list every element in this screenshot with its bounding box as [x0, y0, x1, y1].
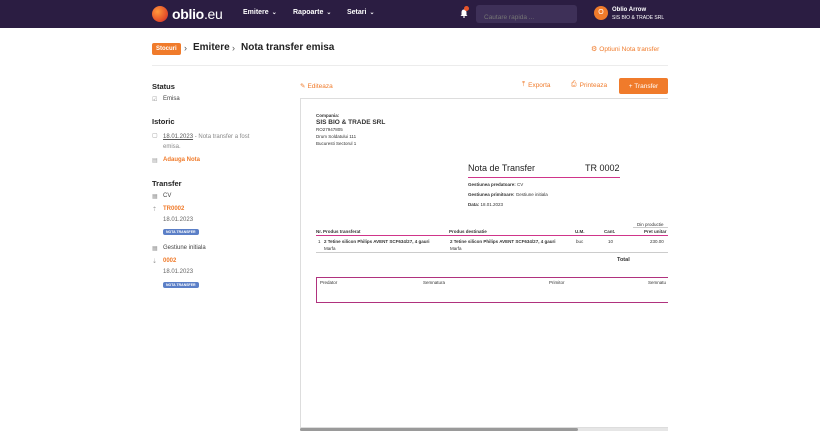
check-icon: ☑: [152, 97, 158, 103]
divider: [633, 227, 668, 228]
transfer-doc[interactable]: ⇣ 0002: [152, 258, 176, 265]
table-cell-um: buc: [576, 239, 584, 244]
istoric-heading: Istoric: [152, 117, 175, 126]
user-company: SIS BIO & TRADE SRL: [612, 15, 665, 21]
istoric-entry: ▢ 18.01.2023 - Nota transfer a fost emisa…: [152, 133, 250, 150]
table-header-um: U.M.: [575, 229, 585, 234]
warehouse-icon: ▦: [152, 194, 158, 200]
scrollbar-thumb[interactable]: [300, 428, 578, 431]
breadcrumb-emitere[interactable]: Emitere: [193, 42, 230, 53]
table-header-cant: Cant.: [604, 229, 616, 234]
warehouse-icon: ▦: [152, 246, 158, 252]
user-name[interactable]: Oblio Arrow: [612, 7, 646, 13]
istoric-date-link[interactable]: 18.01.2023: [163, 134, 193, 140]
total-label: Total: [617, 257, 630, 263]
search-input[interactable]: [476, 5, 577, 23]
pencil-icon: ✎: [300, 83, 306, 90]
edit-button[interactable]: ✎ Editeaza: [300, 82, 333, 91]
transfer-doc[interactable]: ⇡ TR0002: [152, 206, 184, 213]
document-preview[interactable]: Compania: SIS BIO & TRADE SRL RO27947805…: [300, 98, 668, 428]
nav-setari[interactable]: Setari ⌄: [347, 9, 375, 16]
page-title: Nota transfer emisa: [241, 42, 335, 53]
download-icon: ⇣: [152, 259, 158, 265]
status-badge: NOTA TRANSFER: [163, 229, 199, 235]
chevron-right-icon: ›: [184, 43, 187, 53]
table-cell-cant: 10: [608, 239, 614, 244]
nav-emitere[interactable]: Emitere ⌄: [243, 9, 277, 16]
printer-icon: ⎙: [571, 81, 577, 88]
address-line: Bucuresti Sectorul 1: [316, 141, 357, 146]
chevron-right-icon: ›: [232, 43, 235, 53]
table-header-nr: Nr.: [316, 229, 323, 234]
table-cell-produs-destinatie: 2 Tetine silicon Philips AVENT SCF634/27…: [450, 239, 556, 244]
chevron-down-icon: ⌄: [369, 10, 375, 16]
divider: [152, 65, 668, 66]
data-line: Data: 18.01.2023: [468, 202, 504, 207]
print-button[interactable]: ⎙ Printeaza: [571, 81, 607, 89]
logo[interactable]: oblio.eu: [152, 5, 223, 23]
sig-primitor: Primitor: [549, 280, 565, 285]
options-button[interactable]: ⚙ Optiuni Nota transfer: [591, 45, 659, 54]
transfer-heading: Transfer: [152, 179, 182, 188]
company-label: Compania:: [316, 113, 340, 118]
note-icon: ▤: [152, 158, 158, 164]
table-header-produs-transferat: Produs transferat: [323, 229, 361, 234]
sig-semnatura: Semnatura: [423, 280, 446, 285]
transfer-date: 18.01.2023: [163, 217, 194, 223]
predatoare-line: Gestiunea predatoare: CV: [468, 182, 524, 187]
table-cell-tip: Marfa: [450, 246, 462, 251]
breadcrumb-stocuri[interactable]: Stocuri: [152, 43, 181, 55]
avatar[interactable]: O: [594, 6, 608, 20]
transfer-date: 18.01.2023: [163, 269, 194, 275]
table-header-pret: Pret unitar: [644, 229, 667, 234]
nav-rapoarte[interactable]: Rapoarte ⌄: [293, 9, 331, 16]
table-cell-produs-transferat: 2 Tetine silicon Philips AVENT SCF634/27…: [324, 239, 430, 244]
status-badge: NOTA TRANSFER: [163, 282, 199, 288]
primitoare-line: Gestiunea primitoare: Gestiune initiala: [468, 192, 548, 197]
table-cell-tip: Marfa: [324, 246, 336, 251]
transfer-gestiune: ▦ CV: [152, 193, 172, 200]
chevron-down-icon: ⌄: [326, 10, 332, 16]
sig-semnatura: Semnatu: [648, 280, 667, 285]
upload-icon: ⇡: [152, 207, 158, 213]
document-icon: ▢: [152, 133, 158, 139]
signature-box: [316, 277, 668, 303]
chevron-down-icon: ⌄: [271, 10, 277, 16]
header-underline: [316, 235, 668, 236]
document-number: TR 0002: [585, 163, 620, 173]
status-heading: Status: [152, 82, 175, 91]
table-cell-pret: 230.00: [650, 239, 664, 244]
export-icon: ⤒: [522, 81, 526, 88]
add-transfer-button[interactable]: + Transfer: [619, 78, 668, 94]
logo-icon: [152, 6, 168, 22]
row-divider: [316, 252, 668, 253]
table-header-produs-destinatie: Produs destinatie: [449, 229, 487, 234]
title-underline: [468, 177, 620, 178]
document-title: Nota de Transfer: [468, 163, 536, 173]
company-code: RO27947805: [316, 127, 343, 132]
transfer-gestiune: ▦ Gestiune initiala: [152, 245, 206, 252]
address-line: Drum Soldatului 111: [316, 134, 357, 139]
export-button[interactable]: ⤒ Exporta: [522, 81, 551, 89]
notification-dot: [464, 6, 469, 11]
sig-predator: Predator: [320, 280, 338, 285]
status-row: ☑ Emisa: [152, 96, 180, 103]
table-cell-nr: 1: [318, 239, 321, 244]
gear-icon: ⚙: [591, 46, 598, 53]
top-navbar: [0, 0, 820, 28]
add-note-button[interactable]: ▤ Adauga Nota: [152, 157, 200, 164]
company-name: SIS BIO & TRADE SRL: [316, 119, 386, 126]
